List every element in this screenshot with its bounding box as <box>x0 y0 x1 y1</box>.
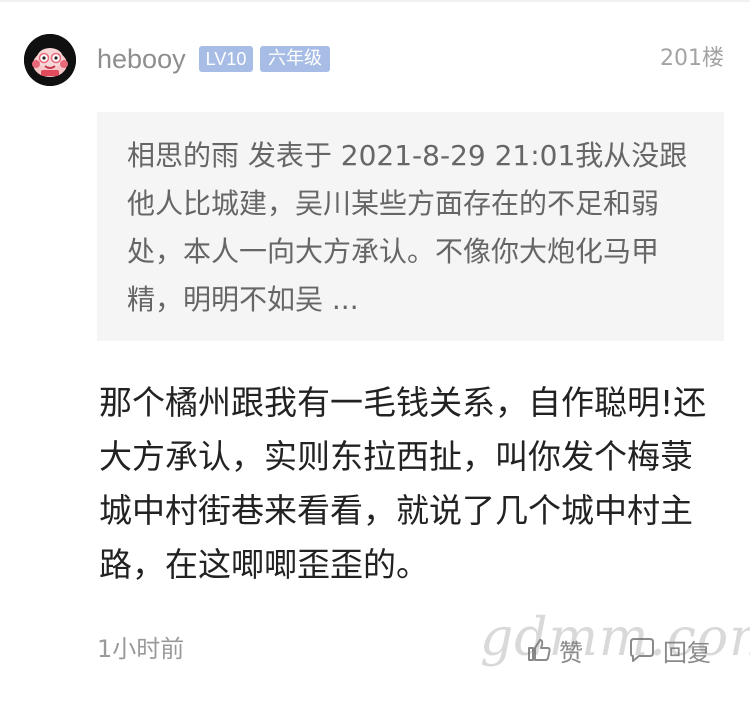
level-badge: LV10 <box>199 46 253 72</box>
username[interactable]: hebooy <box>97 41 186 77</box>
cartoon-avatar-icon <box>24 34 76 86</box>
quoted-post[interactable]: 相思的雨 发表于 2021-8-29 21:01我从没跟他人比城建，吴川某些方面… <box>97 112 724 341</box>
site-watermark: gdmm.com <box>480 608 750 668</box>
post-time: 1小时前 <box>97 635 185 663</box>
grade-badge: 六年级 <box>260 46 330 72</box>
post-content: 那个橘州跟我有一毛钱关系，自作聪明!还大方承认，实则东拉西扯，叫你发个梅菉城中村… <box>99 383 707 584</box>
floor-number: 201楼 <box>660 46 724 71</box>
top-divider <box>0 0 750 2</box>
quoted-text: 相思的雨 发表于 2021-8-29 21:01我从没跟他人比城建，吴川某些方面… <box>127 139 688 316</box>
user-avatar[interactable] <box>24 34 76 86</box>
